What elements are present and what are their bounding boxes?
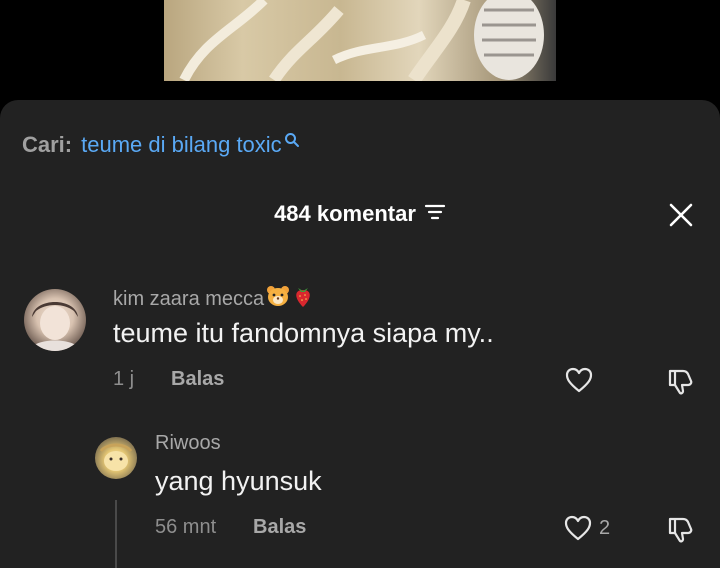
tiger-face-icon [266, 285, 290, 313]
avatar[interactable] [24, 289, 86, 351]
dislike-icon[interactable] [666, 514, 696, 549]
reply-text: yang hyunsuk [155, 466, 322, 496]
reply-button[interactable]: Balas [253, 516, 306, 539]
heart-icon[interactable] [565, 367, 593, 398]
video-thumbnail[interactable] [164, 0, 556, 81]
comment-count: 484 komentar [274, 201, 416, 226]
search-icon[interactable] [284, 128, 300, 154]
search-suggestion[interactable]: Cari: teume di bilang toxic [22, 132, 300, 158]
comments-header: 484 komentar [0, 201, 720, 227]
comment-timestamp: 1 j [113, 368, 135, 390]
heart-icon[interactable] [564, 515, 592, 546]
dislike-icon[interactable] [666, 366, 696, 401]
thread-line [115, 500, 117, 568]
comment-text: teume itu fandomnya siapa my.. [113, 318, 494, 348]
avatar[interactable] [95, 437, 137, 479]
reply-username[interactable]: Riwoos [155, 432, 221, 455]
reply-timestamp: 56 mnt [155, 516, 217, 538]
search-term-link[interactable]: teume di bilang toxic [81, 132, 282, 158]
comment-username[interactable]: kim zaara mecca [113, 284, 314, 314]
like-count: 2 [599, 517, 611, 539]
search-prefix: Cari: [22, 132, 73, 157]
reply-button[interactable]: Balas [171, 368, 224, 391]
close-icon[interactable] [668, 202, 694, 233]
video-background [0, 0, 720, 100]
filter-icon[interactable] [424, 201, 446, 227]
strawberry-icon [292, 284, 314, 314]
